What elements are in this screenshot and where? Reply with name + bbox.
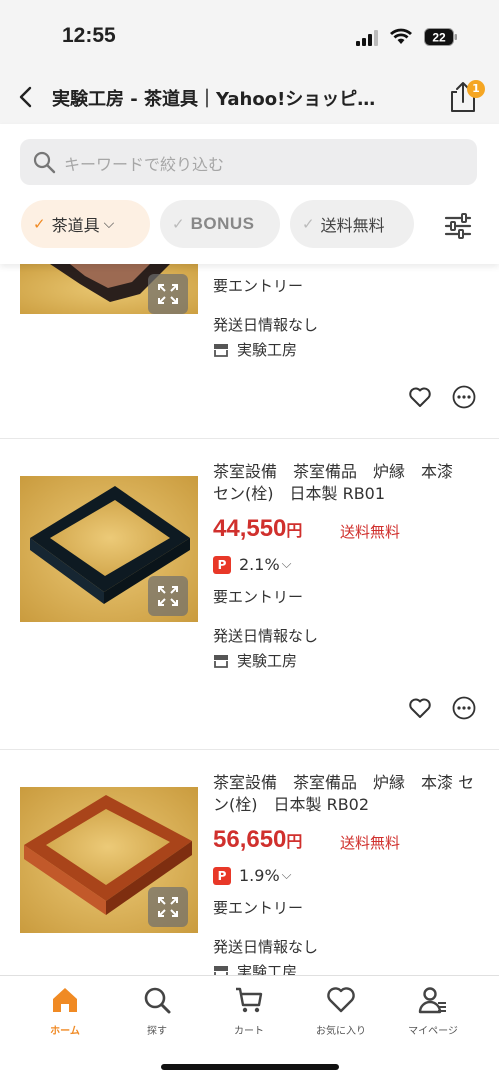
search-input[interactable]: キーワードで絞り込む bbox=[20, 139, 477, 185]
chevron-down-icon: ⌵ bbox=[103, 216, 115, 232]
paypay-icon: P bbox=[213, 555, 231, 574]
check-icon: ✓ bbox=[33, 215, 46, 233]
store-name[interactable]: 実験工房 bbox=[213, 339, 297, 360]
product-price: 44,550円 bbox=[213, 515, 302, 543]
store-name-label: 実験工房 bbox=[237, 652, 298, 670]
heart-icon[interactable] bbox=[408, 697, 432, 719]
title-bar: 実験工房 - 茶道具｜Yahoo!ショッピ… bbox=[0, 72, 499, 124]
check-icon: ✓ bbox=[302, 215, 315, 233]
search-icon bbox=[33, 151, 56, 174]
category-filter-label: 茶道具 bbox=[51, 216, 100, 235]
store-name[interactable]: 実験工房 bbox=[213, 650, 297, 671]
more-options-icon[interactable] bbox=[452, 385, 476, 409]
product-price-value: 44,550 bbox=[213, 515, 287, 542]
search-icon bbox=[144, 987, 171, 1014]
tab-favorites-label: お気に入り bbox=[316, 1026, 366, 1037]
product-image[interactable] bbox=[20, 787, 198, 933]
tab-favorites[interactable]: お気に入り bbox=[301, 984, 381, 1037]
product-image[interactable] bbox=[20, 476, 198, 622]
product-card[interactable]: 茶室設備 茶室備品 炉縁 本漆 セン(栓) 日本製 RB01 44,550円 送… bbox=[0, 439, 499, 750]
chevron-down-icon: ⌵ bbox=[281, 557, 292, 572]
cart-icon bbox=[236, 987, 263, 1013]
status-time: 12:55 bbox=[62, 24, 116, 47]
battery-level: 22 bbox=[432, 31, 446, 45]
delivery-info: 発送日情報なし bbox=[213, 938, 319, 956]
entry-required-label: 要エントリー bbox=[213, 277, 304, 295]
tab-search[interactable]: 探す bbox=[117, 984, 197, 1037]
battery-icon: 22 bbox=[424, 28, 457, 46]
tab-cart[interactable]: カート bbox=[209, 984, 289, 1037]
expand-image-button[interactable] bbox=[148, 576, 188, 616]
expand-icon bbox=[158, 284, 178, 304]
points-rate-value: 1.9% bbox=[239, 866, 280, 885]
home-icon bbox=[53, 988, 77, 1012]
bonus-filter-chip[interactable]: ✓ BONUS bbox=[160, 200, 280, 248]
product-image[interactable] bbox=[20, 264, 198, 314]
heart-icon bbox=[327, 987, 355, 1013]
expand-icon bbox=[158, 897, 178, 917]
expand-image-button[interactable] bbox=[148, 887, 188, 927]
bonus-logo: BONUS bbox=[190, 214, 255, 233]
store-icon bbox=[214, 343, 228, 357]
product-card[interactable]: 要エントリー 発送日情報なし 実験工房 bbox=[0, 264, 499, 439]
chevron-down-icon: ⌵ bbox=[281, 868, 292, 883]
points-rate[interactable]: P 1.9% ⌵ bbox=[213, 866, 292, 885]
tab-search-label: 探す bbox=[147, 1026, 167, 1037]
more-options-icon[interactable] bbox=[452, 696, 476, 720]
heart-icon[interactable] bbox=[408, 386, 432, 408]
free-shipping-filter-label: 送料無料 bbox=[320, 216, 385, 235]
points-rate-value: 2.1% bbox=[239, 555, 280, 574]
product-title[interactable]: 茶室設備 茶室備品 炉縁 本漆 セン(栓) 日本製 RB02 bbox=[213, 772, 475, 816]
price-unit: 円 bbox=[286, 834, 303, 851]
delivery-info: 発送日情報なし bbox=[213, 316, 319, 334]
delivery-info: 発送日情報なし bbox=[213, 627, 319, 645]
free-shipping-filter-chip[interactable]: ✓ 送料無料 bbox=[290, 200, 414, 248]
store-icon bbox=[214, 654, 228, 668]
tab-mypage-label: マイページ bbox=[408, 1026, 458, 1037]
filter-count-badge: 1 bbox=[467, 80, 485, 98]
back-chevron-icon[interactable] bbox=[14, 84, 40, 110]
page-title: 実験工房 - 茶道具｜Yahoo!ショッピ… bbox=[52, 89, 376, 110]
filter-settings-icon[interactable] bbox=[440, 208, 480, 244]
tab-cart-label: カート bbox=[234, 1026, 264, 1037]
free-shipping-label: 送料無料 bbox=[340, 523, 401, 541]
store-name-label: 実験工房 bbox=[237, 341, 298, 359]
price-unit: 円 bbox=[286, 523, 303, 540]
user-icon bbox=[418, 987, 446, 1014]
free-shipping-label: 送料無料 bbox=[340, 834, 401, 852]
product-title[interactable]: 茶室設備 茶室備品 炉縁 本漆 セン(栓) 日本製 RB01 bbox=[213, 461, 475, 505]
expand-icon bbox=[158, 586, 178, 606]
tab-mypage[interactable]: マイページ bbox=[393, 984, 473, 1037]
product-price: 56,650円 bbox=[213, 826, 302, 854]
wifi-icon bbox=[390, 28, 412, 44]
filter-area: キーワードで絞り込む ✓ 茶道具 ⌵ ✓ BONUS ✓ 送料無料 1 bbox=[0, 80, 499, 264]
paypay-icon: P bbox=[213, 866, 231, 885]
category-filter-chip[interactable]: ✓ 茶道具 ⌵ bbox=[21, 200, 150, 248]
entry-required-label: 要エントリー bbox=[213, 588, 304, 606]
status-bar: 12:55 22 bbox=[0, 0, 499, 72]
expand-image-button[interactable] bbox=[148, 274, 188, 314]
search-placeholder: キーワードで絞り込む bbox=[64, 155, 225, 174]
product-card[interactable]: 茶室設備 茶室備品 炉縁 本漆 セン(栓) 日本製 RB02 56,650円 送… bbox=[0, 750, 499, 981]
entry-required-label: 要エントリー bbox=[213, 899, 304, 917]
points-rate[interactable]: P 2.1% ⌵ bbox=[213, 555, 292, 574]
home-indicator bbox=[161, 1064, 339, 1070]
check-icon: ✓ bbox=[172, 215, 185, 233]
tab-home[interactable]: ホーム bbox=[25, 984, 105, 1037]
tab-home-label: ホーム bbox=[50, 1026, 80, 1037]
product-price-value: 56,650 bbox=[213, 826, 287, 853]
signal-icon bbox=[356, 30, 378, 46]
